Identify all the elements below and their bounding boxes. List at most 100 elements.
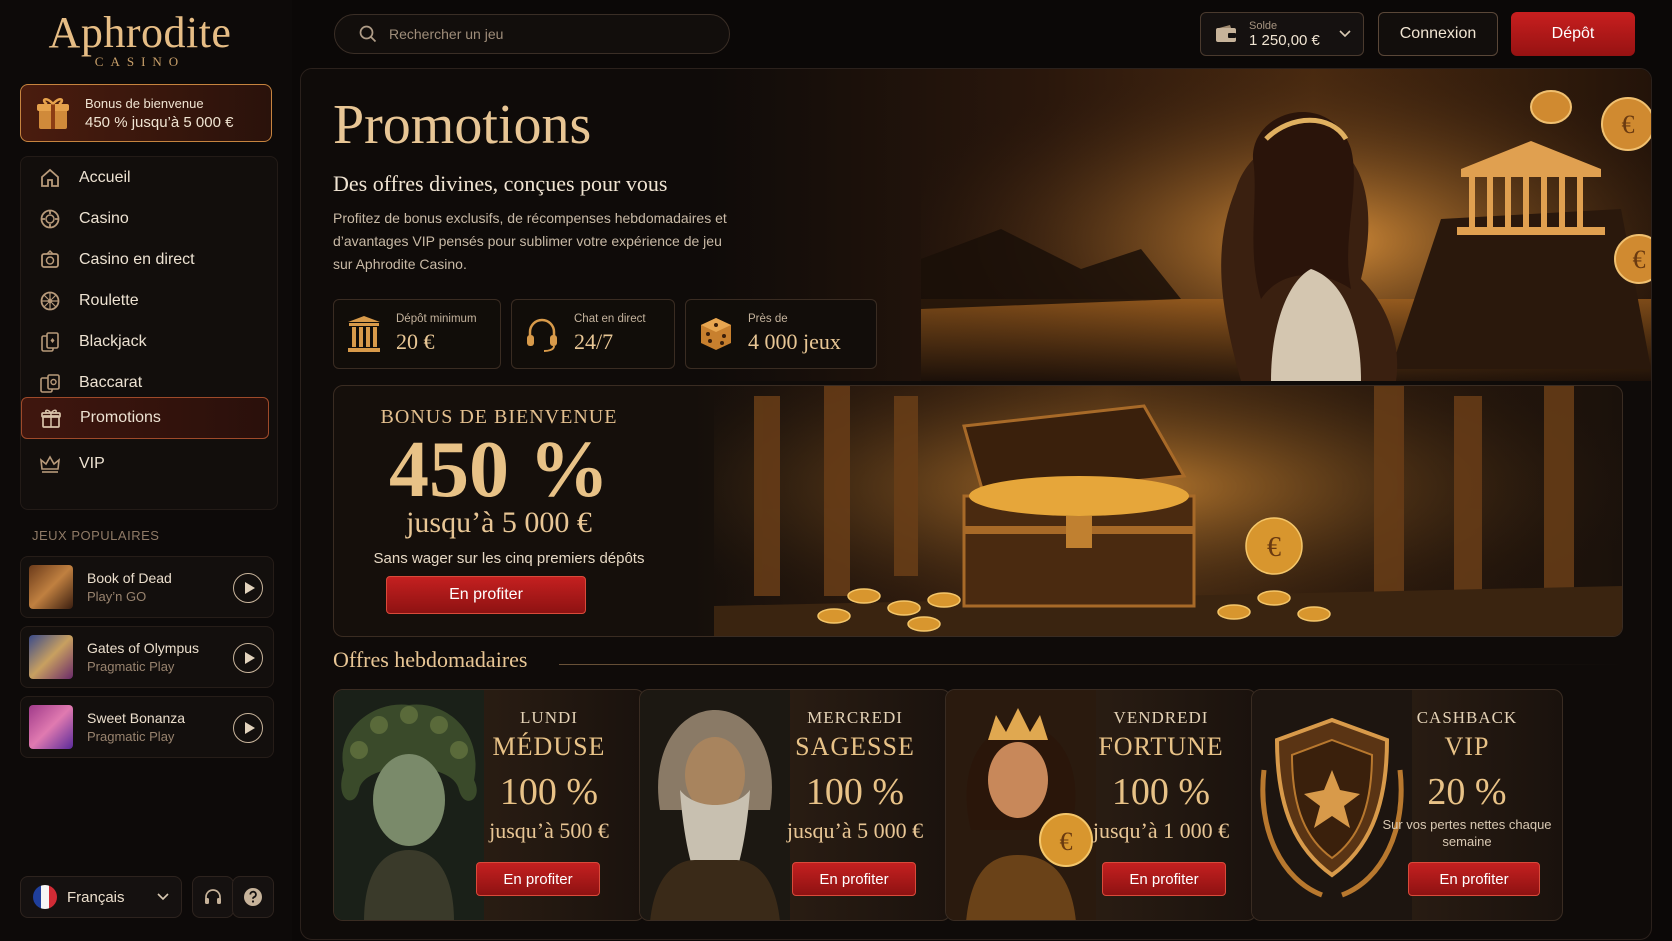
offer-day: MERCREDI: [807, 708, 903, 727]
nav-item-casino[interactable]: Casino: [21, 198, 277, 240]
offer-name: VIP: [1444, 732, 1490, 761]
logo[interactable]: Aphrodite CASINO: [20, 8, 260, 70]
stat-games-count: Près de 4 000 jeux: [685, 299, 877, 369]
balance-dropdown[interactable]: Solde 1 250,00 €: [1200, 12, 1364, 56]
nav-item-accueil[interactable]: Accueil: [21, 157, 277, 199]
bonus-upto: jusqu’à 5 000 €: [406, 506, 592, 539]
game-item[interactable]: Gates of Olympus Pragmatic Play: [20, 626, 274, 688]
game-item[interactable]: Book of Dead Play’n GO: [20, 556, 274, 618]
hero-illustration: €€: [921, 69, 1651, 381]
nav-label: Casino en direct: [79, 251, 195, 268]
language-selector[interactable]: Français: [20, 876, 182, 918]
wallet-icon: [1215, 24, 1237, 44]
search-icon: [359, 25, 377, 43]
page-subtitle: Des offres divines, conçues pour vous: [333, 171, 668, 196]
chevron-down-icon: [157, 893, 169, 901]
weekly-offer-card: CASHBACK VIP 20 % Sur vos pertes nettes …: [1251, 689, 1563, 921]
nav-label: VIP: [79, 455, 105, 472]
column-icon: [346, 314, 382, 354]
svg-text:€: €: [1633, 245, 1646, 274]
nav-label: Roulette: [79, 292, 139, 309]
question-icon: [242, 886, 264, 908]
offer-name: MÉDUSE: [492, 732, 606, 761]
stat-label: Chat en direct: [574, 313, 646, 325]
svg-text:€: €: [1267, 532, 1281, 563]
baccarat-icon: [39, 372, 61, 394]
deposit-button[interactable]: Dépôt: [1511, 12, 1635, 56]
support-button[interactable]: [192, 876, 234, 918]
balance-value: 1 250,00 €: [1249, 31, 1320, 49]
stat-value: 4 000 jeux: [748, 329, 841, 354]
logo-name: Aphrodite: [48, 8, 232, 57]
offer-cta-button[interactable]: En profiter: [1408, 862, 1540, 896]
offer-name: FORTUNE: [1098, 732, 1224, 761]
nav-label: Blackjack: [79, 333, 147, 350]
headset-icon: [202, 886, 224, 908]
page-title: Promotions: [333, 94, 592, 156]
nav-label: Promotions: [80, 409, 161, 426]
play-icon[interactable]: [233, 643, 263, 673]
play-icon[interactable]: [233, 573, 263, 603]
gift-icon: [35, 95, 71, 131]
game-thumbnail: [29, 565, 73, 609]
search-input[interactable]: Rechercher un jeu: [389, 26, 503, 42]
page-description: Profitez de bonus exclusifs, de récompen…: [333, 210, 727, 272]
nav-item-promotions[interactable]: Promotions: [21, 397, 269, 439]
bonus-cta-button[interactable]: En profiter: [386, 576, 586, 614]
game-thumbnail: [29, 705, 73, 749]
live-casino-icon: [39, 249, 61, 271]
gift-icon: [40, 407, 62, 429]
game-item[interactable]: Sweet Bonanza Pragmatic Play: [20, 696, 274, 758]
offer-day: CASHBACK: [1416, 708, 1518, 727]
nav-label: Casino: [79, 210, 129, 227]
offer-percent: 100 %: [499, 771, 599, 813]
welcome-bonus-banner[interactable]: Bonus de bienvenue 450 % jusqu’à 5 000 €: [20, 84, 272, 142]
play-icon[interactable]: [233, 713, 263, 743]
bonus-note: Sans wager sur les cinq premiers dépôts: [373, 550, 645, 567]
main-nav: Accueil Casino Casino en direct Roulette…: [20, 156, 278, 510]
nav-item-roulette[interactable]: Roulette: [21, 280, 277, 322]
offer-upto: jusqu’à 1 000 €: [1092, 818, 1230, 843]
offer-percent: 100 %: [805, 771, 905, 813]
stat-live-chat: Chat en direct 24/7: [511, 299, 675, 369]
login-button[interactable]: Connexion: [1378, 12, 1498, 56]
nav-label: Baccarat: [79, 374, 143, 391]
popular-games-title: JEUX POPULAIRES: [32, 528, 160, 543]
offer-day: LUNDI: [520, 708, 578, 727]
flag-icon: [33, 885, 57, 909]
bonus-percent: 450 %: [389, 426, 609, 514]
welcome-bonus-amount: 450 % jusqu’à 5 000 €: [85, 113, 234, 131]
stat-value: 20 €: [396, 329, 435, 354]
cards-icon: [39, 331, 61, 353]
sidebar: Aphrodite CASINO Bonus de bienvenue 450 …: [0, 0, 292, 941]
stat-label: Près de: [748, 313, 788, 325]
offer-cta-button[interactable]: En profiter: [792, 862, 916, 896]
chevron-down-icon: [1339, 30, 1351, 38]
home-icon: [39, 167, 61, 189]
nav-item-casino-en-direct[interactable]: Casino en direct: [21, 239, 277, 281]
stat-min-deposit: Dépôt minimum 20 €: [333, 299, 501, 369]
game-provider: Pragmatic Play: [87, 659, 175, 674]
stat-value: 24/7: [574, 329, 614, 354]
game-provider: Pragmatic Play: [87, 729, 175, 744]
nav-item-blackjack[interactable]: Blackjack: [21, 321, 277, 363]
language-label: Français: [67, 888, 125, 906]
hero-section: € € Promotions Des offres divines, conçue…: [301, 69, 1651, 381]
offer-cta-button[interactable]: En profiter: [1102, 862, 1226, 896]
offer-percent: 100 %: [1111, 771, 1211, 813]
game-provider: Play’n GO: [87, 589, 147, 604]
nav-item-vip[interactable]: VIP: [21, 443, 277, 485]
game-name: Gates of Olympus: [87, 640, 200, 656]
roulette-icon: [39, 290, 61, 312]
stat-label: Dépôt minimum: [396, 313, 477, 325]
dice-icon: [698, 314, 734, 354]
offer-cta-button[interactable]: En profiter: [476, 862, 600, 896]
search-bar[interactable]: Rechercher un jeu: [334, 14, 730, 54]
help-button[interactable]: [232, 876, 274, 918]
balance-label: Solde: [1249, 19, 1278, 32]
game-name: Book of Dead: [87, 570, 172, 586]
game-thumbnail: [29, 635, 73, 679]
offer-name: SAGESSE: [795, 732, 915, 761]
game-name: Sweet Bonanza: [87, 710, 186, 726]
weekly-offer-card: LUNDI MÉDUSE 100 % jusqu’à 500 € En prof…: [333, 689, 645, 921]
